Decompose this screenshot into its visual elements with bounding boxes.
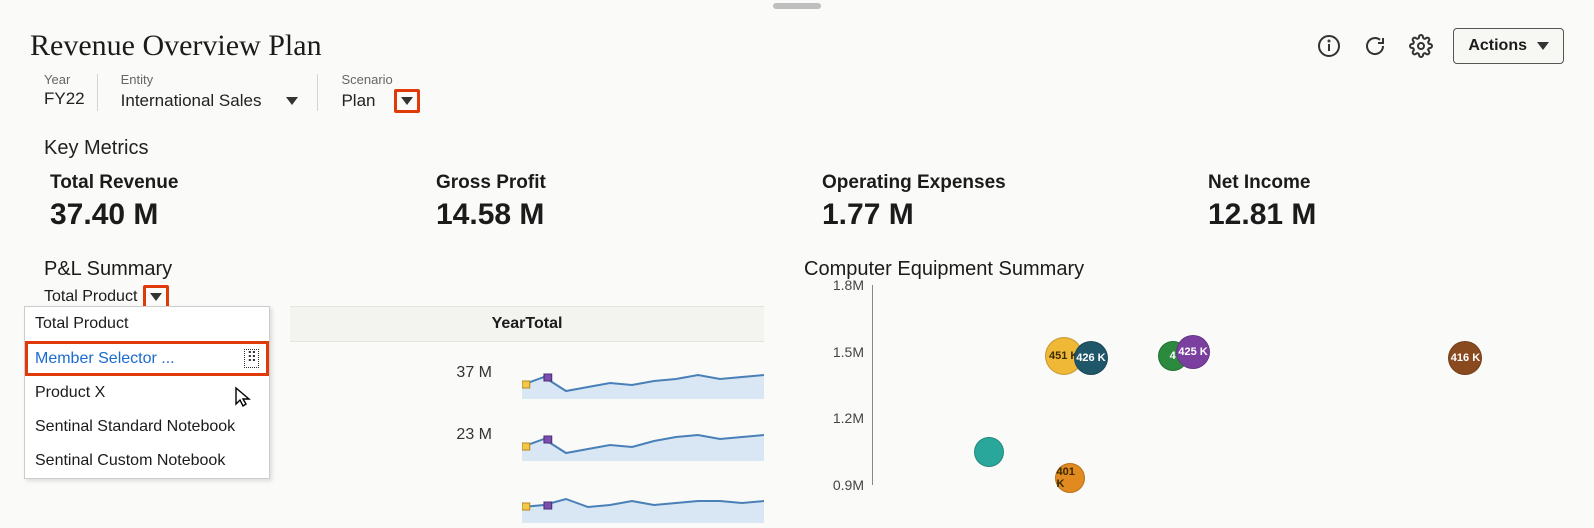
pnl-row: 23 M bbox=[312, 404, 764, 466]
dropdown-item-total-product[interactable]: Total Product bbox=[25, 307, 269, 341]
dropdown-item-member-selector[interactable]: Member Selector ... ⠿ bbox=[25, 341, 269, 376]
entity-dropdown-caret[interactable] bbox=[279, 89, 305, 113]
pnl-row-value: 23 M bbox=[312, 426, 522, 444]
metric-label: Total Revenue bbox=[50, 172, 436, 194]
bubble-point[interactable]: 426 K bbox=[1074, 341, 1108, 375]
equipment-summary-panel: Computer Equipment Summary 1.8M1.5M1.2M0… bbox=[804, 258, 1564, 485]
bubble-point[interactable]: 401 K bbox=[1055, 463, 1085, 493]
chevron-down-icon bbox=[150, 293, 162, 301]
header: Revenue Overview Plan Actions bbox=[0, 0, 1594, 72]
chevron-down-icon bbox=[1537, 42, 1549, 50]
filter-year[interactable]: Year FY22 bbox=[44, 72, 109, 109]
y-tick-label: 1.5M bbox=[833, 344, 864, 360]
y-tick-label: 1.2M bbox=[833, 410, 864, 426]
equipment-title: Computer Equipment Summary bbox=[804, 258, 1564, 281]
metric-value: 1.77 M bbox=[822, 198, 1208, 232]
plot-area: 451 K426 K401 K4425 K416 K bbox=[872, 285, 1554, 485]
pnl-row: 37 M bbox=[312, 342, 764, 404]
actions-button[interactable]: Actions bbox=[1453, 28, 1564, 64]
metric-label: Gross Profit bbox=[436, 172, 822, 194]
pnl-title: P&L Summary bbox=[44, 258, 764, 281]
product-selector-value: Total Product bbox=[44, 288, 137, 306]
scenario-dropdown-caret[interactable] bbox=[394, 89, 420, 113]
chevron-down-icon bbox=[286, 97, 298, 105]
metrics-row: Total Revenue 37.40 M Gross Profit 14.58… bbox=[0, 172, 1594, 232]
pnl-row-value: 37 M bbox=[312, 364, 522, 382]
dropdown-item-product-x[interactable]: Product X bbox=[25, 376, 269, 410]
filter-scenario-label: Scenario bbox=[341, 72, 419, 87]
metric-value: 14.58 M bbox=[436, 198, 822, 232]
metric-label: Operating Expenses bbox=[822, 172, 1208, 194]
info-icon[interactable] bbox=[1315, 32, 1343, 60]
key-metrics-title: Key Metrics bbox=[44, 137, 1594, 160]
filter-year-value: FY22 bbox=[44, 89, 85, 109]
bubble-point[interactable] bbox=[974, 437, 1004, 467]
bubble-chart: 1.8M1.5M1.2M0.9M 451 K426 K401 K4425 K41… bbox=[814, 285, 1564, 485]
chevron-down-icon bbox=[401, 97, 413, 105]
pnl-summary-panel: P&L Summary Total Product Total Product … bbox=[44, 258, 764, 485]
refresh-icon[interactable] bbox=[1361, 32, 1389, 60]
filters-bar: Year FY22 Entity International Sales Sce… bbox=[0, 72, 1594, 113]
sparkline-chart bbox=[522, 409, 764, 461]
metric-total-revenue: Total Revenue 37.40 M bbox=[50, 172, 436, 232]
metric-value: 12.81 M bbox=[1208, 198, 1594, 232]
metric-operating-expenses: Operating Expenses 1.77 M bbox=[822, 172, 1208, 232]
page-title: Revenue Overview Plan bbox=[30, 29, 1315, 63]
sparkline-chart bbox=[522, 347, 764, 399]
dropdown-item-label: Member Selector ... bbox=[35, 350, 175, 368]
filter-scenario-value: Plan bbox=[341, 91, 375, 111]
y-tick-label: 0.9M bbox=[833, 477, 864, 493]
product-dropdown: Total Product Member Selector ... ⠿ Prod… bbox=[24, 306, 270, 479]
pnl-row bbox=[312, 466, 764, 528]
dropdown-item-sentinal-custom[interactable]: Sentinal Custom Notebook bbox=[25, 444, 269, 478]
y-tick-label: 1.8M bbox=[833, 277, 864, 293]
filter-entity-value: International Sales bbox=[121, 91, 262, 111]
filter-entity-label: Entity bbox=[121, 72, 306, 87]
metric-net-income: Net Income 12.81 M bbox=[1208, 172, 1594, 232]
gear-icon[interactable] bbox=[1407, 32, 1435, 60]
metric-value: 37.40 M bbox=[50, 198, 436, 232]
drag-handle[interactable] bbox=[773, 3, 821, 9]
sparkline-chart bbox=[522, 471, 764, 523]
dropdown-item-sentinal-standard[interactable]: Sentinal Standard Notebook bbox=[25, 410, 269, 444]
metric-gross-profit: Gross Profit 14.58 M bbox=[436, 172, 822, 232]
y-axis: 1.8M1.5M1.2M0.9M bbox=[814, 285, 870, 485]
filter-year-label: Year bbox=[44, 72, 85, 87]
actions-label: Actions bbox=[1468, 37, 1527, 55]
bubble-point[interactable]: 425 K bbox=[1176, 335, 1210, 369]
filter-scenario[interactable]: Scenario Plan bbox=[329, 72, 443, 113]
header-actions: Actions bbox=[1315, 28, 1564, 64]
member-selector-icon: ⠿ bbox=[244, 349, 259, 368]
filter-entity[interactable]: Entity International Sales bbox=[109, 72, 330, 113]
bubble-point[interactable]: 416 K bbox=[1448, 341, 1482, 375]
yeartotal-column-header: YearTotal bbox=[290, 306, 764, 342]
metric-label: Net Income bbox=[1208, 172, 1594, 194]
